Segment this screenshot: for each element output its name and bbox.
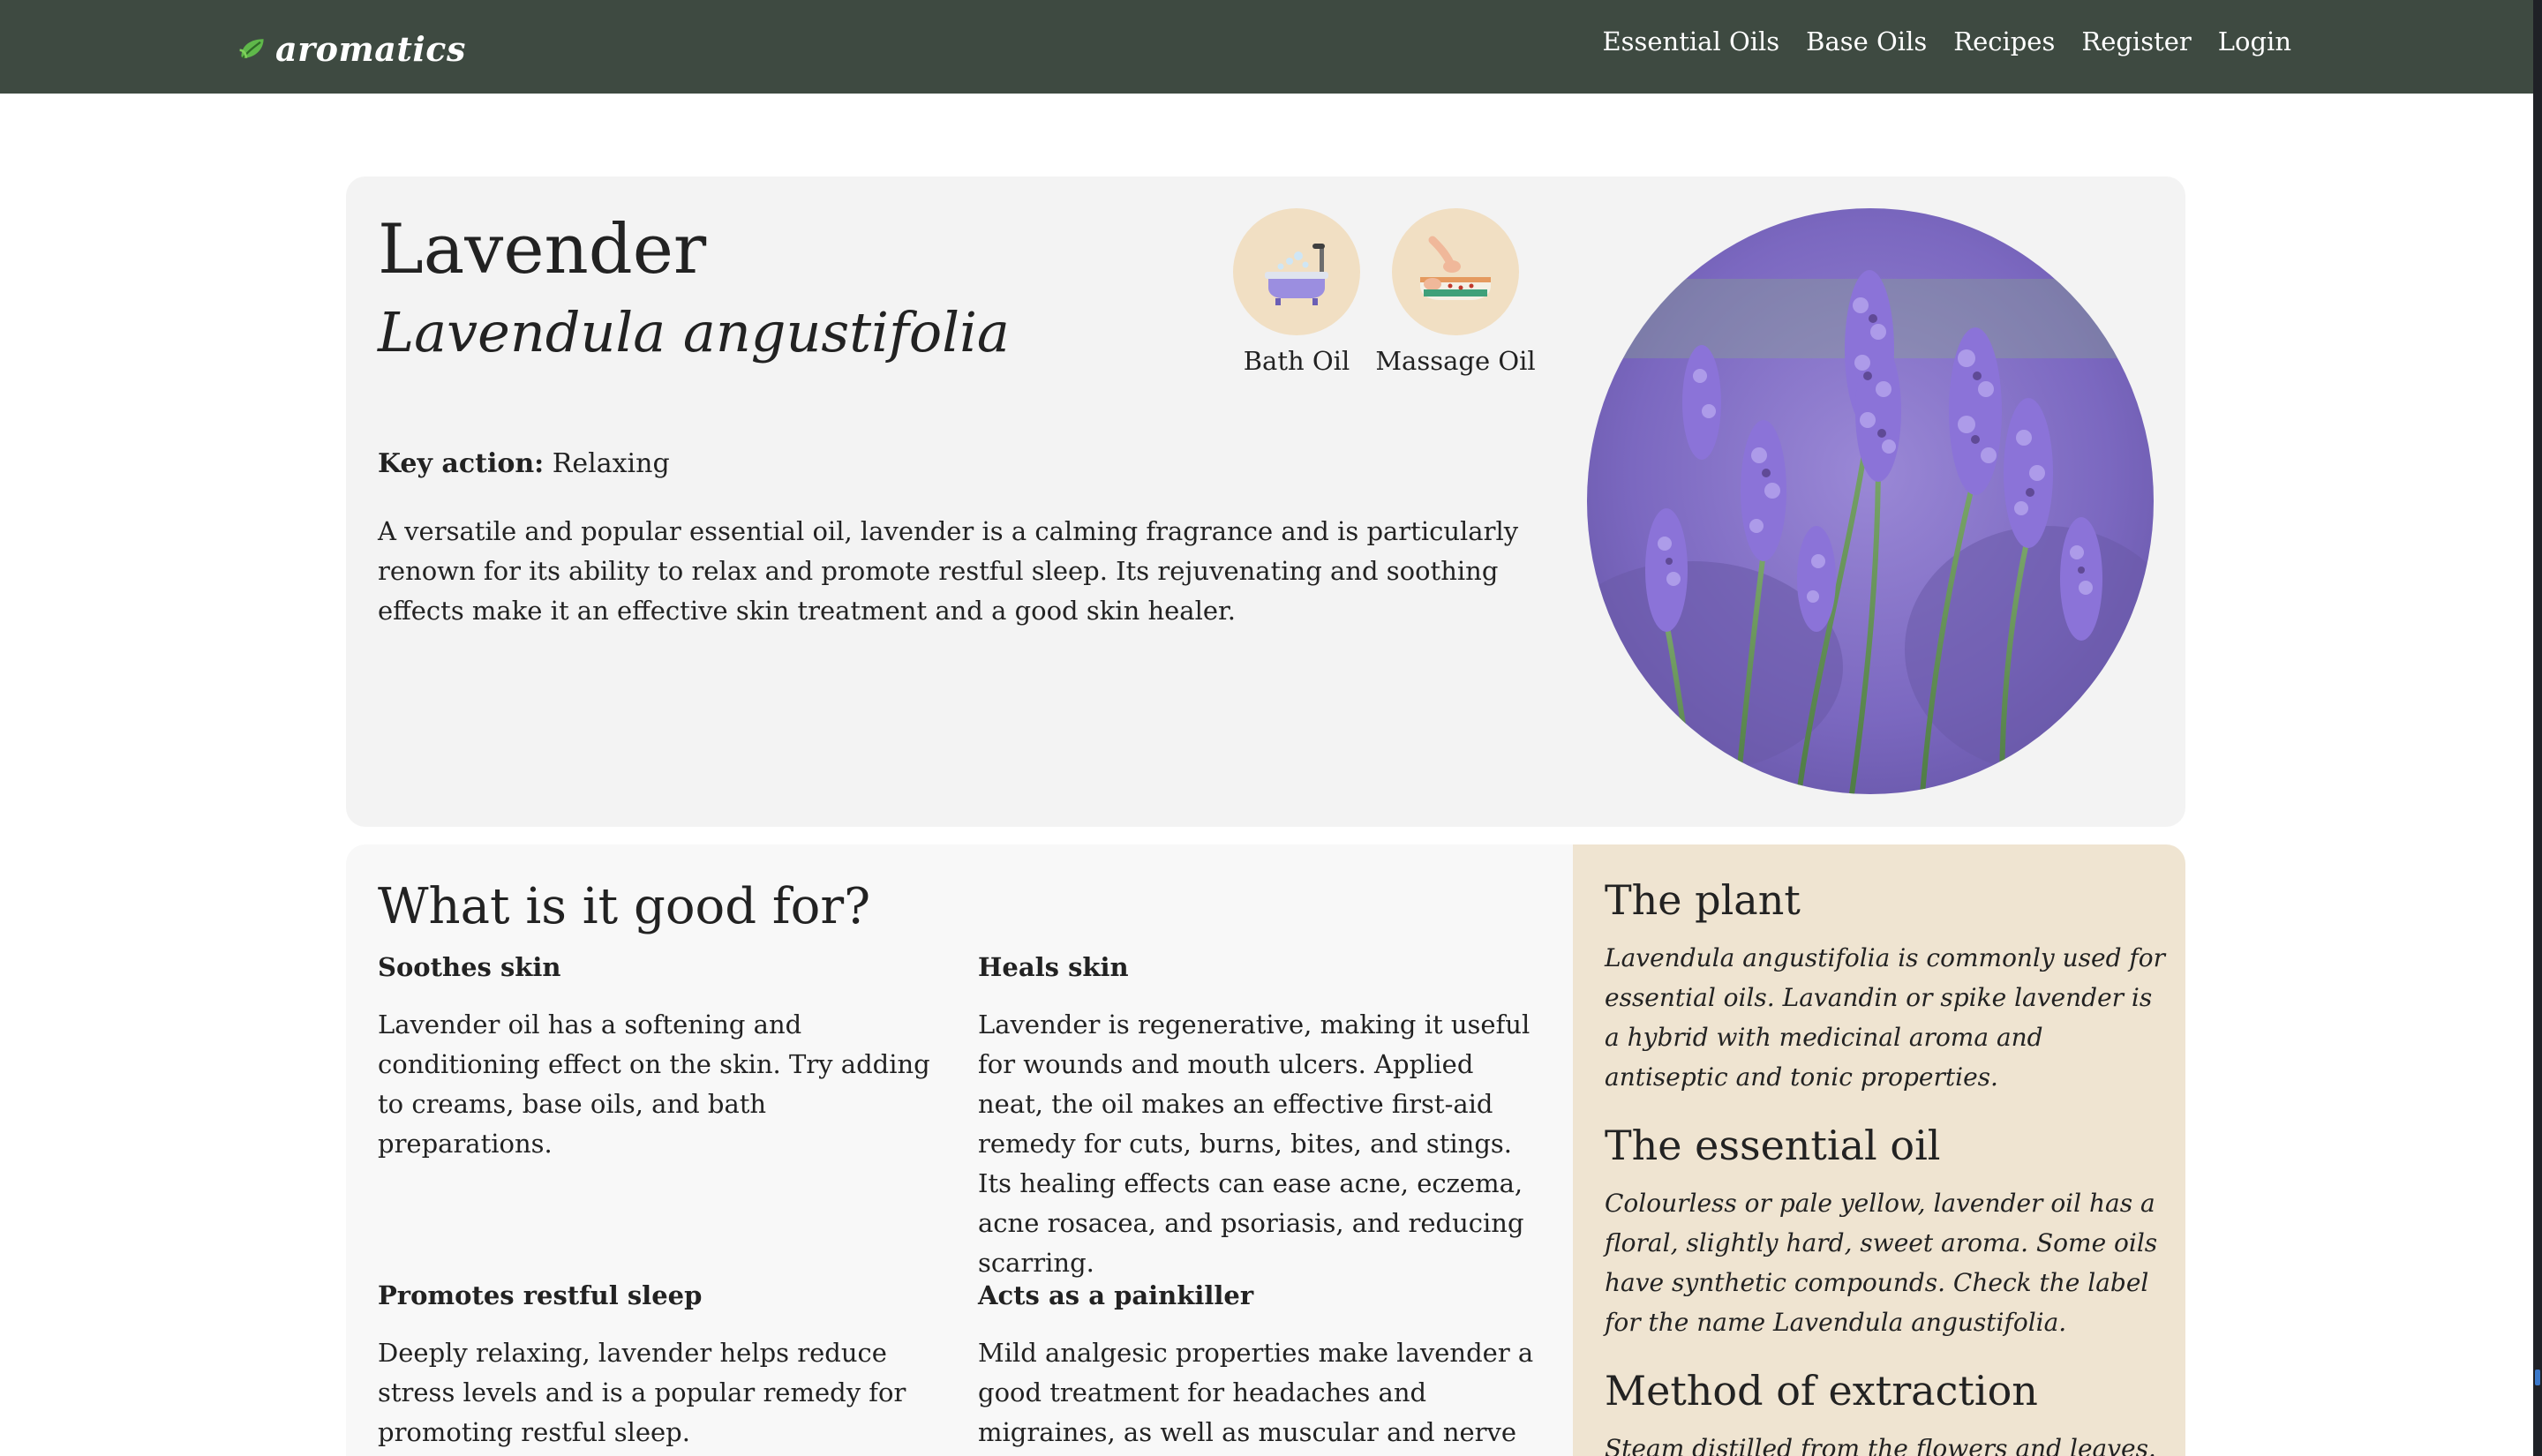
essential-oil-text: Colourless or pale yellow, lavender oil … [1605, 1189, 2158, 1337]
essential-oil-title: The essential oil [1605, 1122, 1941, 1169]
brand-name: aromatics [275, 28, 466, 69]
benefit-heading: Heals skin [978, 952, 1129, 982]
benefit-heading: Promotes restful sleep [378, 1280, 703, 1310]
navbar: aromatics Essential Oils Base Oils Recip… [0, 0, 2533, 94]
desktop-edge [2533, 0, 2542, 1456]
use-label: Massage Oil [1375, 346, 1536, 376]
benefit-text: Deeply relaxing, lavender helps reduce s… [378, 1338, 906, 1447]
oil-name: Lavender [378, 210, 707, 289]
nav-link-register[interactable]: Register [2081, 26, 2191, 56]
benefit-text: Lavender is regenerative, making it usef… [978, 1009, 1530, 1278]
lavender-image [1587, 208, 2154, 794]
extraction-text: Steam distilled from the flowers and lea… [1605, 1434, 2156, 1456]
massage-icon [1420, 236, 1491, 300]
brand-logo-link[interactable]: aromatics [237, 25, 466, 72]
bathtub-icon [1265, 244, 1328, 305]
key-action: Key action: Relaxing [378, 448, 670, 479]
desktop-indicator [2535, 1370, 2540, 1385]
oil-uses: Bath Oil Massage Oil [1230, 208, 1536, 376]
oil-latin-name: Lavendula angustifolia [378, 300, 1010, 364]
key-action-label: Key action: [378, 448, 545, 479]
use-circle [1233, 208, 1360, 335]
benefit-text: Lavender oil has a softening and conditi… [378, 1009, 930, 1159]
good-for-title: What is it good for? [378, 878, 871, 935]
oil-description: A versatile and popular essential oil, l… [378, 516, 1519, 626]
benefit-text: Mild analgesic properties make lavender … [978, 1338, 1534, 1447]
use-label: Bath Oil [1243, 346, 1350, 376]
plant-text: Lavendula angustifolia is commonly used … [1605, 943, 2166, 1092]
use-massage-oil[interactable]: Massage Oil [1375, 208, 1536, 376]
oil-hero-card: Lavender Lavendula angustifolia Bath Oil… [346, 176, 2185, 827]
benefit-heading: Soothes skin [378, 952, 561, 982]
use-bath-oil[interactable]: Bath Oil [1230, 208, 1363, 376]
leaf-logo-icon [239, 39, 264, 59]
plant-title: The plant [1605, 876, 1801, 924]
benefit-restful-sleep: Promotes restful sleep Deeply relaxing, … [378, 1280, 943, 1452]
nav-link-login[interactable]: Login [2218, 26, 2291, 56]
use-circle [1392, 208, 1519, 335]
nav-link-base-oils[interactable]: Base Oils [1806, 26, 1927, 56]
good-for-section: What is it good for? Soothes skin Lavend… [346, 844, 1573, 1456]
benefit-heals-skin: Heals skin Lavender is regenerative, mak… [978, 952, 1543, 1283]
nav-link-recipes[interactable]: Recipes [1953, 26, 2055, 56]
key-action-value: Relaxing [552, 448, 670, 479]
extraction-title: Method of extraction [1605, 1367, 2038, 1415]
nav-links: Essential Oils Base Oils Recipes Registe… [1602, 26, 2291, 56]
plant-info-sidebar: The plant Lavendula angustifolia is comm… [1573, 844, 2185, 1456]
browser-page: aromatics Essential Oils Base Oils Recip… [0, 0, 2534, 1456]
benefit-soothes-skin: Soothes skin Lavender oil has a softenin… [378, 952, 943, 1164]
lavender-photo [1587, 208, 2154, 794]
benefit-painkiller: Acts as a painkiller Mild analgesic prop… [978, 1280, 1543, 1456]
benefit-heading: Acts as a painkiller [978, 1280, 1254, 1310]
nav-link-essential-oils[interactable]: Essential Oils [1602, 26, 1779, 56]
